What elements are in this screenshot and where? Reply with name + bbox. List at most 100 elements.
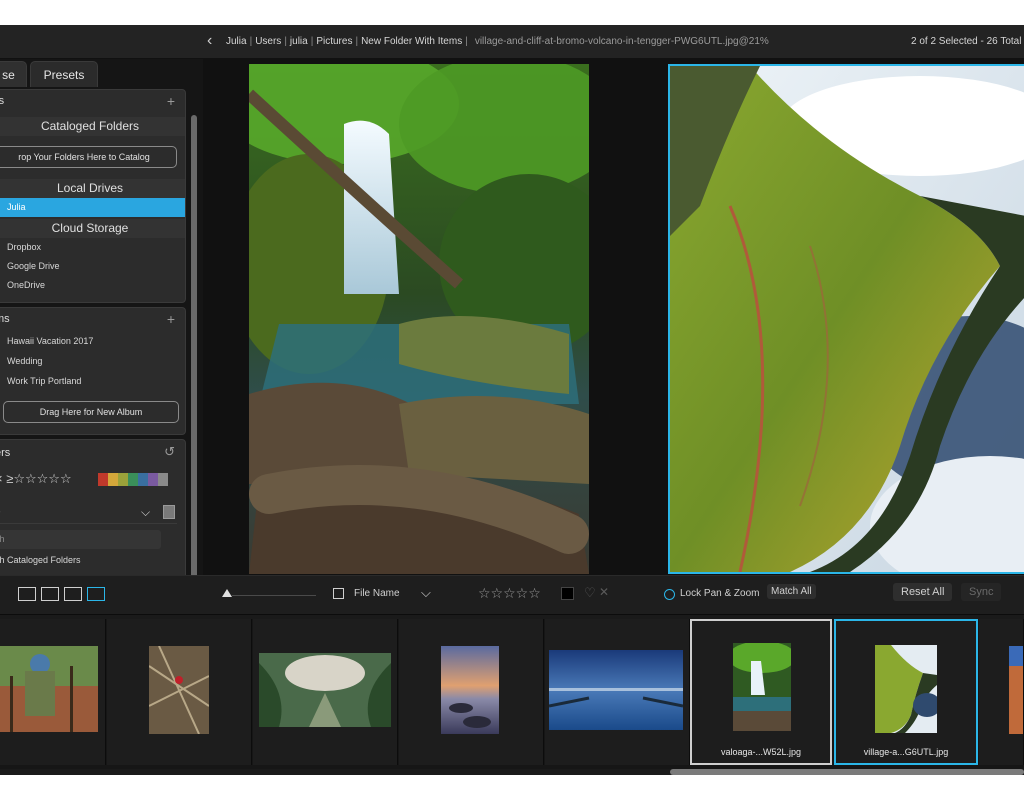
breadcrumb-separator: | — [355, 36, 359, 47]
panel-tabs: se Presets — [0, 59, 200, 87]
album-item-hawaii[interactable]: Hawaii Vacation 2017 — [0, 332, 185, 351]
add-album-icon[interactable]: + — [167, 311, 175, 327]
sidebar-scrollbar[interactable] — [191, 115, 197, 575]
breadcrumb-separator: | — [310, 36, 314, 47]
view-toolbar: File Name ⌵ ☆☆☆☆☆ ♡ ✕ Lock Pan & Zoom Ma… — [0, 575, 1024, 615]
selection-status: 2 of 2 Selected - 26 Total — [911, 36, 1022, 47]
color-label-filter[interactable] — [98, 473, 172, 486]
thumbnail — [875, 645, 937, 733]
filmstrip-item[interactable] — [107, 619, 252, 765]
filmstrip-caption: valoaga-...W52L.jpg — [720, 747, 802, 757]
album-item-wedding[interactable]: Wedding — [0, 352, 185, 371]
breadcrumb: Julia | Users | julia | Pictures | New Folder Wi… — [226, 36, 769, 47]
waterfall-photo[interactable] — [249, 64, 589, 574]
thumbnail — [1009, 646, 1023, 734]
sync-button[interactable]: Sync — [961, 583, 1002, 601]
reset-all-button[interactable]: Reset All — [893, 583, 953, 601]
select-checkbox[interactable] — [333, 588, 344, 599]
filmstrip-item[interactable] — [399, 619, 544, 765]
filmstrip-view-icon[interactable] — [64, 587, 82, 601]
heart-icon[interactable]: ♡ — [584, 585, 596, 601]
sidebar-item-dropbox[interactable]: Dropbox — [0, 238, 185, 257]
breadcrumb-separator: | — [284, 36, 287, 47]
folders-card: rs + Cataloged Folders rop Your Folders … — [0, 89, 186, 303]
photo-browser-window: ‹ Julia | Users | julia | Pictures | New Folder … — [0, 25, 1024, 775]
waterfall-image — [249, 64, 589, 574]
chevron-down-icon[interactable]: ⌵ — [421, 585, 431, 601]
breadcrumb-item[interactable]: Users — [255, 36, 281, 47]
filter-dropdown-value: e — [0, 507, 1, 518]
sort-dropdown[interactable]: File Name — [354, 588, 400, 599]
thumbnail — [549, 650, 683, 730]
current-file-name: village-and-cliff-at-bromo-volcano-in-te… — [474, 36, 769, 47]
search-placeholder: ch — [0, 534, 5, 544]
filmstrip-scrollbar[interactable] — [670, 769, 1024, 775]
filmstrip-item-selected[interactable]: valoaga-...W52L.jpg — [690, 619, 832, 765]
new-album-drop-button[interactable]: Drag Here for New Album — [3, 401, 179, 423]
color-swatch[interactable] — [108, 473, 118, 486]
thumbnail — [733, 643, 791, 731]
thumbnail — [259, 653, 391, 727]
volcano-cliff-image — [670, 66, 1024, 572]
left-panel: se Presets rs + Cataloged Folders rop Yo… — [0, 59, 203, 575]
zoom-slider-handle[interactable] — [222, 589, 232, 597]
breadcrumb-item[interactable]: julia — [290, 36, 308, 47]
chevron-down-icon: ⌵ — [141, 505, 151, 519]
color-swatch[interactable] — [138, 473, 148, 486]
filter-dropdown[interactable]: e ⌵ — [0, 504, 177, 524]
filmstrip-item[interactable] — [0, 619, 106, 765]
back-icon[interactable]: ‹ — [207, 33, 212, 49]
albums-card: ms + Hawaii Vacation 2017 Wedding Work T… — [0, 307, 186, 435]
search-input[interactable]: ch — [0, 530, 161, 549]
filters-card: ers ↺ × ≥☆☆☆☆☆ e ⌵ ch ch Cataloged Folde… — [0, 439, 186, 575]
volcano-cliff-photo[interactable] — [668, 64, 1024, 574]
zoom-slider-track[interactable] — [232, 595, 316, 596]
tab-browse[interactable]: se — [0, 61, 27, 87]
folders-card-title: rs — [0, 95, 4, 107]
top-bar: ‹ Julia | Users | julia | Pictures | New Folder … — [0, 25, 1024, 59]
sidebar-item-google-drive[interactable]: Google Drive — [0, 257, 185, 276]
match-all-button[interactable]: Match All — [767, 584, 816, 599]
compare-view — [203, 59, 1024, 575]
add-folder-icon[interactable]: + — [167, 93, 175, 109]
breadcrumb-item[interactable]: New Folder With Items — [361, 36, 462, 47]
color-swatch[interactable] — [158, 473, 168, 486]
filmstrip-item[interactable] — [253, 619, 398, 765]
single-view-icon[interactable] — [41, 587, 59, 601]
filmstrip: valoaga-...W52L.jpg village-a...G6UTL.jp… — [0, 619, 1024, 769]
album-item-work-trip[interactable]: Work Trip Portland — [0, 372, 185, 391]
grid-view-icon[interactable] — [18, 587, 36, 601]
filmstrip-item[interactable] — [979, 619, 1024, 765]
color-swatch[interactable] — [128, 473, 138, 486]
breadcrumb-item[interactable]: Pictures — [316, 36, 352, 47]
search-scope-option[interactable]: ch Cataloged Folders — [0, 555, 81, 565]
catalog-drop-button[interactable]: rop Your Folders Here to Catalog — [0, 146, 177, 168]
filters-card-title: ers — [0, 447, 11, 459]
reject-icon[interactable]: ✕ — [599, 585, 609, 599]
albums-card-title: ms — [0, 313, 10, 325]
lock-pan-zoom-label[interactable]: Lock Pan & Zoom — [680, 588, 759, 599]
local-drives-heading: Local Drives — [0, 179, 185, 198]
rating-filter[interactable]: × ≥☆☆☆☆☆ — [0, 471, 72, 487]
tab-presets[interactable]: Presets — [30, 61, 98, 87]
color-label-swatch[interactable] — [561, 587, 574, 600]
cloud-storage-heading: Cloud Storage — [0, 219, 185, 238]
sidebar-item-onedrive[interactable]: OneDrive — [0, 276, 185, 295]
lock-pan-zoom-radio[interactable] — [664, 589, 675, 600]
thumbnail — [149, 646, 209, 734]
color-swatch[interactable] — [148, 473, 158, 486]
sidebar-item-julia[interactable]: Julia — [0, 198, 185, 217]
calendar-icon[interactable] — [163, 505, 175, 519]
breadcrumb-separator: | — [249, 36, 253, 47]
breadcrumb-separator: | — [465, 36, 468, 47]
color-swatch[interactable] — [98, 473, 108, 486]
filmstrip-item-selected[interactable]: village-a...G6UTL.jpg — [834, 619, 978, 765]
thumbnail — [0, 646, 98, 732]
filmstrip-caption: village-a...G6UTL.jpg — [863, 747, 949, 757]
breadcrumb-item[interactable]: Julia — [226, 36, 247, 47]
rating-stars[interactable]: ☆☆☆☆☆ — [478, 585, 541, 602]
reset-filters-icon[interactable]: ↺ — [164, 444, 175, 460]
color-swatch[interactable] — [118, 473, 128, 486]
compare-view-icon[interactable] — [87, 587, 105, 601]
filmstrip-item[interactable] — [545, 619, 690, 765]
